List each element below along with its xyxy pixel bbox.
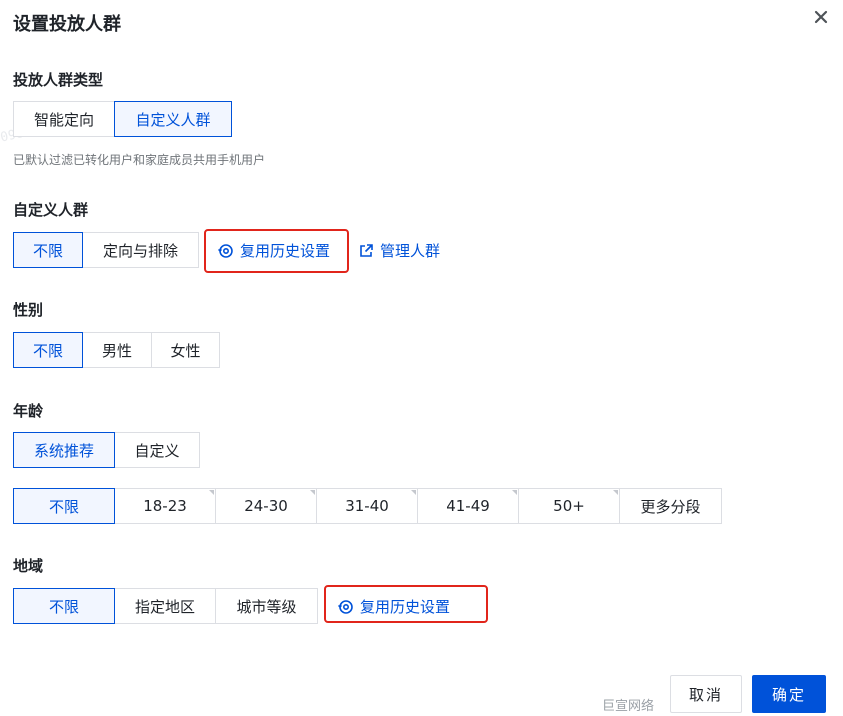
region-reuse-history-link[interactable]: 复用历史设置 [338, 596, 450, 617]
audience-type-segment: 智能定向 自定义人群 [13, 101, 232, 137]
gender-female[interactable]: 女性 [151, 332, 220, 368]
manage-audience-label: 管理人群 [380, 242, 441, 260]
age-mode-custom[interactable]: 自定义 [114, 432, 200, 468]
custom-audience-target-exclude[interactable]: 定向与排除 [82, 232, 199, 268]
region-label: 地域 [13, 557, 44, 575]
age-range-24-30[interactable]: 24-30 [215, 488, 317, 524]
audience-type-hint: 已默认过滤已转化用户和家庭成员共用手机用户 [13, 153, 266, 167]
region-city-level[interactable]: 城市等级 [215, 588, 318, 624]
gender-male[interactable]: 男性 [82, 332, 152, 368]
external-link-icon [360, 243, 373, 257]
audience-type-custom[interactable]: 自定义人群 [114, 101, 232, 137]
custom-audience-segment: 不限 定向与排除 [13, 232, 199, 268]
corner-marker [310, 490, 315, 495]
age-range-more[interactable]: 更多分段 [619, 488, 722, 524]
audience-type-label: 投放人群类型 [13, 71, 104, 89]
audience-dialog: 0986... 设置投放人群 投放人群类型 智能定向 自定义人群 已默认过滤已转… [0, 0, 843, 716]
age-range-18-23-label: 18-23 [143, 497, 187, 515]
manage-audience-link[interactable]: 管理人群 [358, 240, 440, 261]
reuse-history-link[interactable]: 复用历史设置 [218, 240, 330, 261]
cancel-button[interactable]: 取消 [670, 675, 742, 713]
gender-label: 性别 [13, 301, 44, 319]
region-unlimited[interactable]: 不限 [13, 588, 115, 624]
audience-type-smart[interactable]: 智能定向 [13, 101, 115, 137]
age-range-18-23[interactable]: 18-23 [114, 488, 216, 524]
corner-marker [512, 490, 517, 495]
region-reuse-history-label: 复用历史设置 [360, 598, 451, 616]
corner-marker [613, 490, 618, 495]
custom-audience-unlimited[interactable]: 不限 [13, 232, 83, 268]
corner-marker [209, 490, 214, 495]
footer-watermark-text: 巨宣网络 [602, 699, 655, 714]
age-range-41-49[interactable]: 41-49 [417, 488, 519, 524]
gender-unlimited[interactable]: 不限 [13, 332, 83, 368]
gender-segment: 不限 男性 女性 [13, 332, 220, 368]
age-label: 年龄 [13, 402, 44, 420]
age-range-31-40-label: 31-40 [345, 497, 389, 515]
age-range-24-30-label: 24-30 [244, 497, 288, 515]
age-mode-segment: 系统推荐 自定义 [13, 432, 200, 468]
custom-audience-label: 自定义人群 [13, 201, 89, 219]
age-range-50-plus[interactable]: 50+ [518, 488, 620, 524]
close-icon[interactable] [809, 5, 833, 29]
age-range-41-49-label: 41-49 [446, 497, 490, 515]
age-range-50-plus-label: 50+ [553, 497, 585, 515]
region-specified[interactable]: 指定地区 [114, 588, 216, 624]
age-mode-recommended[interactable]: 系统推荐 [13, 432, 115, 468]
age-range-unlimited[interactable]: 不限 [13, 488, 115, 524]
history-reuse-icon [338, 599, 353, 614]
age-range-segment: 不限 18-23 24-30 31-40 41-49 50+ 更多分段 [13, 488, 722, 524]
dialog-title: 设置投放人群 [13, 14, 121, 35]
confirm-button[interactable]: 确定 [752, 675, 826, 713]
age-range-31-40[interactable]: 31-40 [316, 488, 418, 524]
corner-marker [411, 490, 416, 495]
region-segment: 不限 指定地区 城市等级 [13, 588, 318, 624]
reuse-history-label: 复用历史设置 [240, 242, 331, 260]
history-reuse-icon [218, 243, 233, 258]
